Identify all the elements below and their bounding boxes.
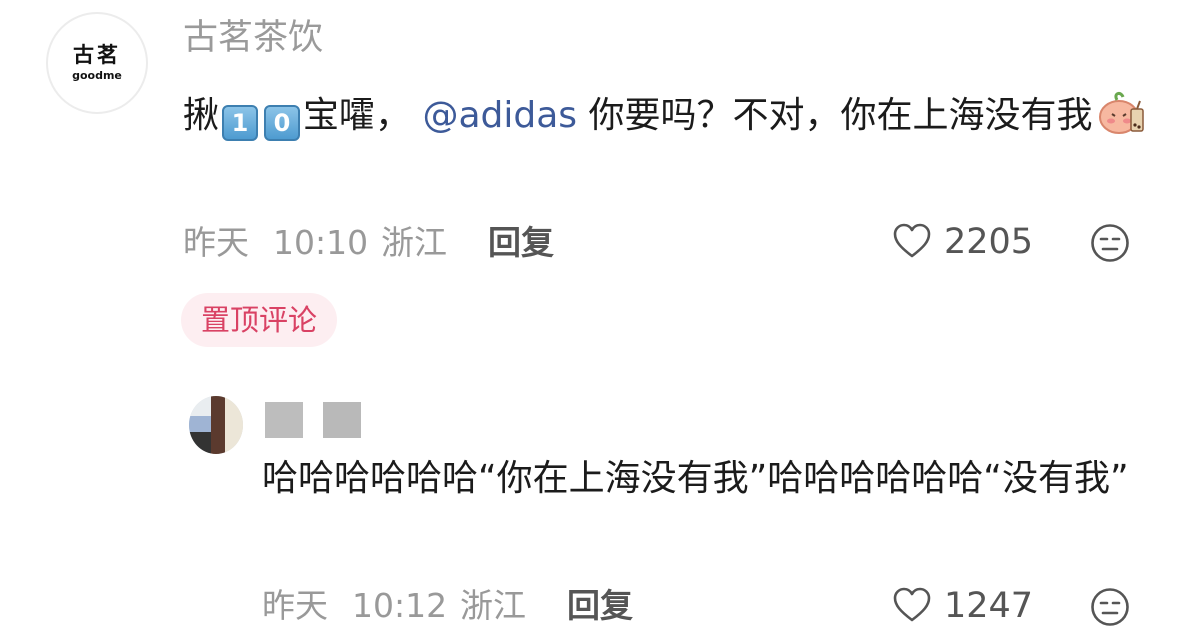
reply-date: 昨天 bbox=[262, 586, 328, 625]
reply-username-blurred[interactable] bbox=[323, 402, 361, 438]
like-count: 2205 bbox=[944, 222, 1034, 262]
reply-like-count: 1247 bbox=[944, 586, 1034, 626]
reply-button[interactable]: 回复 bbox=[488, 221, 554, 265]
reply-time: 10:12 bbox=[352, 586, 448, 625]
heart-outline-icon bbox=[893, 223, 931, 258]
username[interactable]: 古茗茶饮 bbox=[183, 16, 323, 60]
mention-link[interactable]: @adidas bbox=[422, 95, 577, 136]
reply-dislike-button[interactable] bbox=[1090, 587, 1130, 631]
pinned-comment-badge: 置顶评论 bbox=[181, 293, 338, 347]
comment-date: 昨天 bbox=[183, 223, 249, 262]
reply-comment-text: 哈哈哈哈哈哈“你在上海没有我”哈哈哈哈哈哈“没有我” bbox=[262, 458, 1129, 499]
neutral-face-icon bbox=[1091, 224, 1129, 262]
comment-text: 揪 1 0 宝嚯， @adidas 你要吗？不对，你在上海没有我 bbox=[183, 88, 1168, 144]
comment-time: 10:10 bbox=[273, 223, 369, 262]
like-button[interactable] bbox=[892, 222, 932, 264]
avatar-logo-subtext: goodme bbox=[72, 69, 122, 82]
reply-reply-button[interactable]: 回复 bbox=[567, 584, 633, 628]
reply-user-avatar[interactable] bbox=[189, 396, 243, 454]
neutral-face-icon bbox=[1091, 588, 1129, 626]
reply-location: 浙江 bbox=[460, 586, 526, 625]
dislike-button[interactable] bbox=[1090, 223, 1130, 267]
avatar-logo-text: 古茗 bbox=[73, 43, 121, 67]
user-avatar[interactable]: 古茗 goodme bbox=[46, 12, 148, 114]
comment-text-part: 宝嚯， bbox=[303, 95, 412, 136]
comment-text-part: 揪 bbox=[183, 95, 220, 136]
reply-like-button[interactable] bbox=[892, 586, 932, 628]
peach-drink-emoji bbox=[1098, 91, 1144, 134]
keycap-digit: 1 bbox=[222, 105, 259, 141]
reply-username-blurred[interactable] bbox=[265, 402, 303, 438]
keycap-digit: 0 bbox=[264, 105, 301, 141]
comment-text-part: 你要吗？不对，你在上海没有我 bbox=[577, 95, 1093, 136]
comment-location: 浙江 bbox=[381, 223, 447, 262]
heart-outline-icon bbox=[893, 587, 931, 622]
